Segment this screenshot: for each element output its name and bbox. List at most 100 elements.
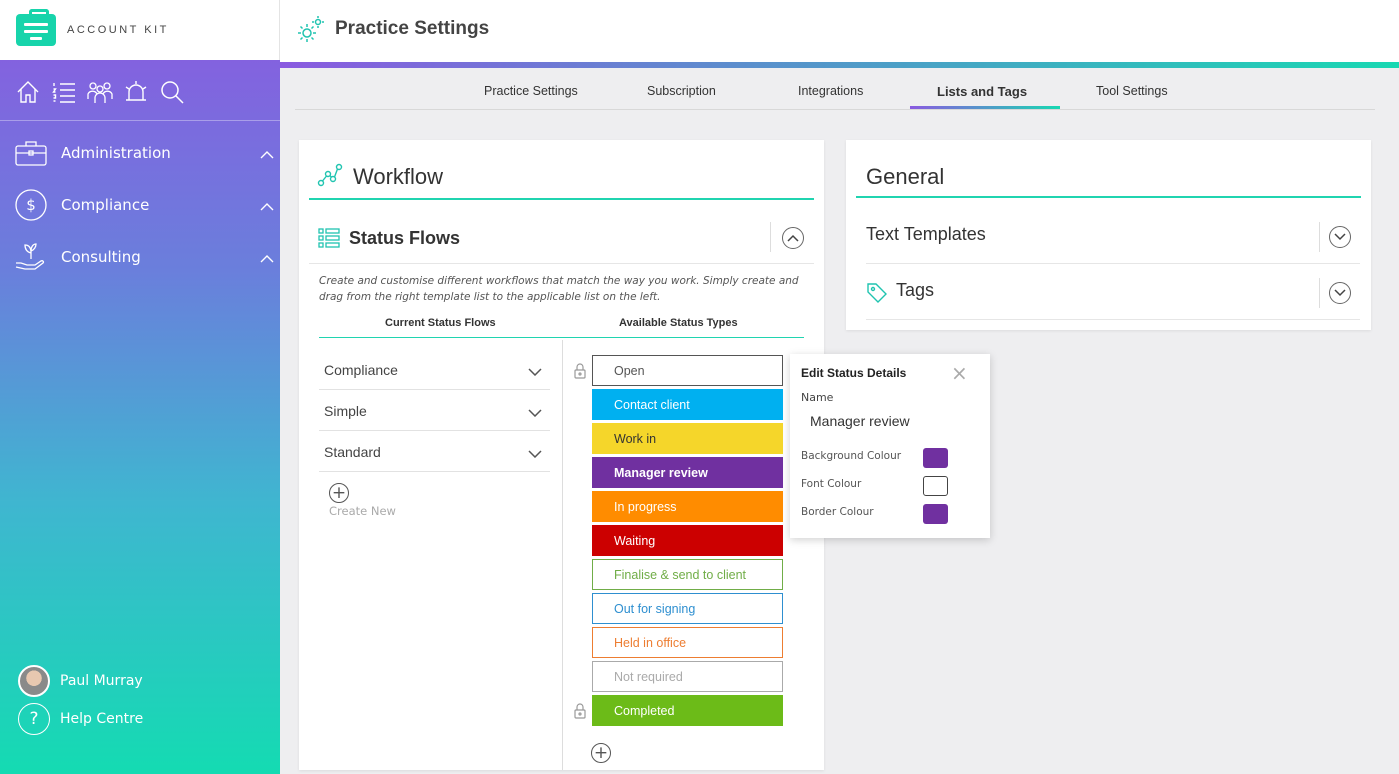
status-item[interactable]: Held in office	[592, 627, 783, 658]
popup-title: Edit Status Details	[801, 366, 907, 380]
briefcase-logo-icon	[16, 9, 56, 46]
status-item[interactable]: Not required	[592, 661, 783, 692]
people-icon[interactable]	[86, 78, 114, 106]
divider	[1319, 222, 1320, 252]
status-label: Out for signing	[614, 602, 696, 616]
text-templates-row[interactable]: Text Templates	[866, 208, 1360, 264]
flow-compliance[interactable]: Compliance	[319, 349, 550, 390]
status-label: In progress	[614, 500, 677, 514]
sidebar-item-compliance[interactable]: $ Compliance	[0, 179, 280, 231]
expand-button[interactable]	[1329, 226, 1351, 248]
user-name: Paul Murray	[60, 673, 143, 689]
tab-subscription[interactable]: Subscription	[647, 84, 716, 98]
sidebar-footer: Paul Murray ? Help Centre	[18, 663, 143, 739]
flow-simple[interactable]: Simple	[319, 390, 550, 431]
edit-status-popup: Edit Status Details × Name Manager revie…	[790, 354, 990, 538]
status-label: Waiting	[614, 534, 656, 548]
settings-tabs: Practice Settings Subscription Integrati…	[295, 72, 1375, 110]
status-item[interactable]: Manager review	[592, 457, 783, 488]
sidebar-item-consulting[interactable]: Consulting	[0, 231, 280, 283]
close-icon[interactable]: ×	[951, 363, 968, 383]
status-item[interactable]: Out for signing	[592, 593, 783, 624]
status-label: Not required	[614, 670, 683, 684]
status-item[interactable]: Completed	[592, 695, 783, 726]
background-colour-swatch[interactable]	[923, 448, 948, 468]
available-types-header: Available Status Types	[619, 317, 738, 329]
columns-divider	[562, 340, 563, 770]
current-flows-header: Current Status Flows	[385, 317, 496, 329]
alarm-icon[interactable]	[122, 78, 150, 106]
page-title: Practice Settings	[335, 18, 490, 39]
logo[interactable]: ACCOUNT KIT	[0, 0, 280, 60]
font-colour-label: Font Colour	[801, 478, 862, 490]
columns-underline	[319, 337, 804, 338]
title-underline	[309, 198, 814, 200]
font-colour-swatch[interactable]	[923, 476, 948, 496]
sidebar-item-label: Administration	[61, 144, 171, 162]
expand-button[interactable]	[1329, 282, 1351, 304]
background-colour-label: Background Colour	[801, 450, 902, 462]
create-new-label[interactable]: Create New	[329, 504, 396, 518]
user-profile[interactable]: Paul Murray	[18, 663, 143, 699]
svg-text:$: $	[26, 196, 36, 214]
tab-lists-and-tags[interactable]: Lists and Tags	[937, 84, 1027, 99]
help-label: Help Centre	[60, 711, 144, 727]
status-item[interactable]: Open	[592, 355, 783, 386]
status-label: Held in office	[614, 636, 687, 650]
sidebar-item-label: Consulting	[61, 248, 141, 266]
status-item[interactable]: Finalise & send to client	[592, 559, 783, 590]
sidebar-item-label: Compliance	[61, 196, 150, 214]
status-item[interactable]: Waiting	[592, 525, 783, 556]
status-label: Completed	[614, 704, 675, 718]
divider	[1319, 278, 1320, 308]
flow-standard[interactable]: Standard	[319, 431, 550, 472]
gear-icon	[294, 14, 326, 50]
status-item[interactable]: In progress	[592, 491, 783, 522]
status-label: Work in	[614, 432, 657, 446]
status-label: Contact client	[614, 398, 690, 412]
flow-label: Standard	[324, 444, 381, 460]
search-icon[interactable]	[158, 78, 186, 106]
lock-icon	[574, 703, 586, 723]
tab-tool-settings[interactable]: Tool Settings	[1096, 84, 1168, 98]
add-status-button[interactable]: +	[591, 743, 611, 763]
title-underline	[856, 196, 1361, 198]
status-flows-heading: Status Flows	[349, 228, 461, 248]
workflow-card: Workflow Status Flows Create and customi…	[299, 140, 824, 770]
home-icon[interactable]	[14, 78, 42, 106]
chevron-up-icon[interactable]	[260, 145, 274, 163]
briefcase-icon	[14, 136, 48, 170]
status-list-icon	[318, 228, 340, 252]
workflow-icon	[317, 162, 343, 192]
chevron-down-icon[interactable]	[528, 363, 542, 379]
help-centre-link[interactable]: ? Help Centre	[18, 701, 143, 737]
divider	[770, 222, 771, 252]
list-icon[interactable]	[50, 78, 78, 106]
border-colour-label: Border Colour	[801, 506, 874, 518]
create-new-button[interactable]: +	[329, 483, 349, 503]
lock-icon	[574, 363, 586, 383]
brand-name: ACCOUNT KIT	[67, 24, 169, 36]
chevron-up-icon[interactable]	[260, 197, 274, 215]
chevron-down-icon[interactable]	[528, 445, 542, 461]
tab-practice-settings[interactable]: Practice Settings	[484, 84, 578, 98]
tag-icon	[866, 282, 888, 308]
text-templates-label: Text Templates	[866, 224, 986, 244]
chevron-down-icon[interactable]	[528, 404, 542, 420]
collapse-button[interactable]	[782, 227, 804, 249]
chevron-up-icon[interactable]	[260, 249, 274, 267]
tags-row[interactable]: Tags	[866, 264, 1360, 320]
general-card: General Text Templates Tags	[846, 140, 1371, 330]
name-field[interactable]: Manager review	[810, 413, 910, 429]
status-flows-description: Create and customise different workflows…	[319, 275, 799, 303]
general-title: General	[866, 164, 945, 189]
sidebar-item-administration[interactable]: Administration	[0, 127, 280, 179]
workflow-title: Workflow	[353, 164, 444, 189]
dollar-icon: $	[14, 188, 48, 222]
status-item[interactable]: Contact client	[592, 389, 783, 420]
status-item[interactable]: Work in	[592, 423, 783, 454]
tab-integrations[interactable]: Integrations	[798, 84, 863, 98]
page-header: Practice Settings	[280, 0, 1399, 62]
nav-divider	[0, 120, 280, 121]
border-colour-swatch[interactable]	[923, 504, 948, 524]
